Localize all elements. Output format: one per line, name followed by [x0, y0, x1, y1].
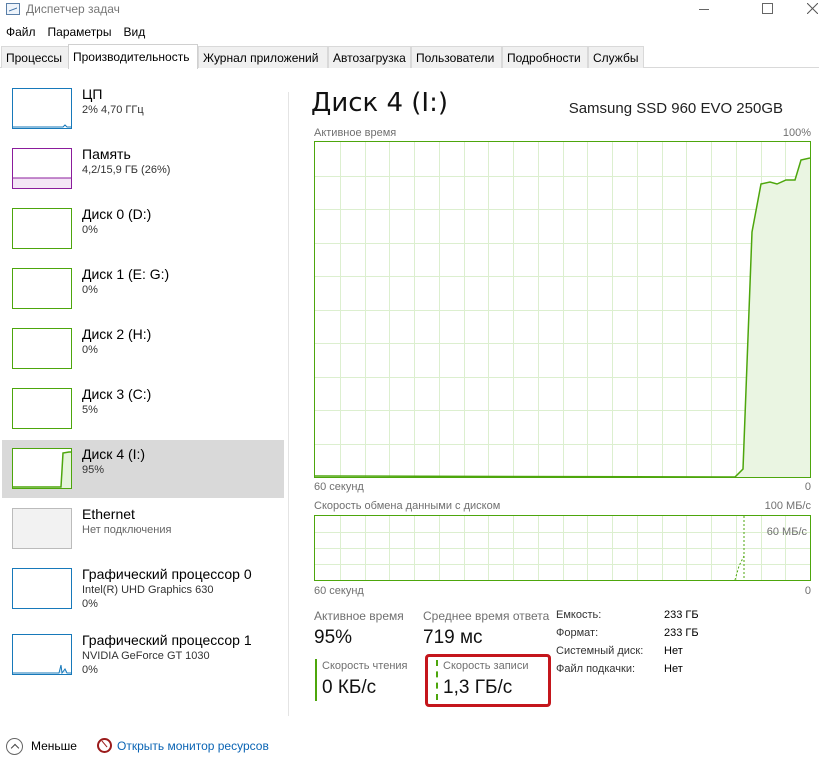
- disk2-thumbnail: [12, 328, 72, 369]
- read-speed-value: 0 КБ/с: [322, 677, 377, 698]
- sidebar-item-label: Графический процессор 0: [82, 566, 252, 582]
- transfer-graph-mid: 60 МБ/с: [766, 526, 807, 538]
- chevron-up-icon[interactable]: [6, 738, 23, 755]
- sidebar-item-disk1[interactable]: Диск 1 (E: G:) 0%: [2, 260, 284, 318]
- close-icon: [807, 3, 818, 14]
- fewer-details-button[interactable]: Меньше: [31, 739, 77, 753]
- tab-performance[interactable]: Производительность: [68, 44, 198, 69]
- pagefile-label: Файл подкачки:: [556, 663, 636, 675]
- sidebar-item-value: 4,2/15,9 ГБ (26%): [82, 164, 171, 176]
- system-disk-label: Системный диск:: [556, 645, 644, 657]
- sidebar-item-value: 0%: [82, 664, 98, 676]
- memory-thumbnail: [12, 148, 72, 189]
- sidebar-item-ethernet[interactable]: Ethernet Нет подключения: [2, 500, 284, 558]
- sidebar-item-label: Диск 2 (H:): [82, 326, 152, 342]
- sidebar-item-value: 0%: [82, 344, 98, 356]
- ethernet-thumbnail: [12, 508, 72, 549]
- panel-divider: [288, 92, 289, 716]
- transfer-x-left: 60 секунд: [314, 585, 364, 597]
- disk-model: Samsung SSD 960 EVO 250GB: [568, 100, 783, 117]
- system-disk-value: Нет: [664, 645, 683, 657]
- menu-bar: Файл Параметры Вид: [0, 22, 151, 42]
- tab-details[interactable]: Подробности: [502, 46, 588, 68]
- disk3-thumbnail: [12, 388, 72, 429]
- sidebar-item-label: Диск 3 (C:): [82, 386, 152, 402]
- sidebar-item-disk0[interactable]: Диск 0 (D:) 0%: [2, 200, 284, 258]
- sidebar-item-model: Intel(R) UHD Graphics 630: [82, 584, 214, 596]
- maximize-button[interactable]: [735, 0, 781, 20]
- sidebar-item-label: Диск 1 (E: G:): [82, 266, 170, 282]
- gpu0-thumbnail: [12, 568, 72, 609]
- window-title: Диспетчер задач: [26, 2, 120, 16]
- tab-bar: Процессы Производительность Журнал прило…: [0, 44, 819, 69]
- sidebar-item-disk3[interactable]: Диск 3 (C:) 5%: [2, 380, 284, 438]
- sidebar-item-gpu1[interactable]: Графический процессор 1 NVIDIA GeForce G…: [2, 626, 284, 684]
- active-time-graph: [314, 141, 811, 478]
- tab-processes[interactable]: Процессы: [1, 46, 69, 68]
- pagefile-value: Нет: [664, 663, 683, 675]
- sidebar-item-label: Память: [82, 146, 131, 162]
- gpu1-thumbnail: [12, 634, 72, 675]
- menu-file[interactable]: Файл: [0, 22, 42, 42]
- format-label: Формат:: [556, 627, 599, 639]
- sidebar-item-value: 2% 4,70 ГГц: [82, 104, 144, 116]
- footer: Меньше Открыть монитор ресурсов: [0, 730, 819, 761]
- active-time-area: [735, 158, 810, 477]
- sidebar-item-memory[interactable]: Память 4,2/15,9 ГБ (26%): [2, 140, 284, 198]
- sidebar-item-label: Диск 4 (I:): [82, 446, 146, 462]
- sidebar-item-value: 0%: [82, 598, 98, 610]
- title-bar: Диспетчер задач: [0, 0, 819, 20]
- sidebar-item-label: Диск 0 (D:): [82, 206, 152, 222]
- transfer-graph-label: Скорость обмена данными с диском: [314, 500, 501, 512]
- write-speed-highlight: [425, 654, 551, 707]
- transfer-x-right: 0: [804, 585, 811, 597]
- sidebar-item-gpu0[interactable]: Графический процессор 0 Intel(R) UHD Gra…: [2, 560, 284, 618]
- tab-startup[interactable]: Автозагрузка: [328, 46, 411, 68]
- capacity-value: 233 ГБ: [664, 609, 699, 621]
- tab-services[interactable]: Службы: [588, 46, 644, 68]
- task-manager-icon: [6, 3, 20, 15]
- sidebar-item-model: NVIDIA GeForce GT 1030: [82, 650, 210, 662]
- close-button[interactable]: [781, 0, 819, 20]
- tab-app-history[interactable]: Журнал приложений: [198, 46, 328, 68]
- sidebar-item-disk4[interactable]: Диск 4 (I:) 95%: [2, 440, 284, 498]
- tab-users[interactable]: Пользователи: [411, 46, 502, 68]
- active-time-x-right: 0: [804, 481, 811, 493]
- disk1-thumbnail: [12, 268, 72, 309]
- minimize-button[interactable]: [681, 0, 727, 20]
- active-time-graph-label: Активное время: [314, 127, 397, 139]
- read-speed-indicator: [315, 659, 317, 701]
- sidebar-item-value: 5%: [82, 404, 98, 416]
- response-time-value: 719 мс: [423, 627, 483, 648]
- transfer-rate-graph: [314, 515, 811, 581]
- capacity-label: Емкость:: [556, 609, 602, 621]
- menu-options[interactable]: Параметры: [42, 22, 118, 42]
- sidebar-item-cpu[interactable]: ЦП 2% 4,70 ГГц: [2, 80, 284, 138]
- disk4-thumbnail: [12, 448, 72, 489]
- disk-title: Диск 4 (I:): [311, 88, 448, 118]
- resource-sidebar: ЦП 2% 4,70 ГГц Память 4,2/15,9 ГБ (26%) …: [0, 72, 287, 718]
- sidebar-item-value: 0%: [82, 284, 98, 296]
- active-time-stat-label: Активное время: [314, 609, 404, 623]
- transfer-graph-max: 100 МБ/с: [764, 500, 811, 512]
- active-time-x-left: 60 секунд: [314, 481, 364, 493]
- sidebar-item-disk2[interactable]: Диск 2 (H:) 0%: [2, 320, 284, 378]
- cpu-thumbnail: [12, 88, 72, 129]
- disk0-thumbnail: [12, 208, 72, 249]
- menu-view[interactable]: Вид: [117, 22, 151, 42]
- read-speed-label: Скорость чтения: [322, 660, 408, 672]
- sidebar-item-value: 95%: [82, 464, 105, 476]
- sidebar-item-label: Ethernet: [82, 506, 135, 522]
- sidebar-item-label: Графический процессор 1: [82, 632, 252, 648]
- response-time-label: Среднее время ответа: [423, 609, 550, 623]
- resource-monitor-icon: [97, 738, 112, 753]
- active-time-stat-value: 95%: [314, 627, 353, 648]
- format-value: 233 ГБ: [664, 627, 699, 639]
- sidebar-item-label: ЦП: [82, 86, 103, 102]
- sidebar-item-value: Нет подключения: [82, 524, 172, 536]
- sidebar-item-value: 0%: [82, 224, 98, 236]
- open-resource-monitor-link[interactable]: Открыть монитор ресурсов: [117, 739, 269, 753]
- active-time-graph-max: 100%: [782, 127, 811, 139]
